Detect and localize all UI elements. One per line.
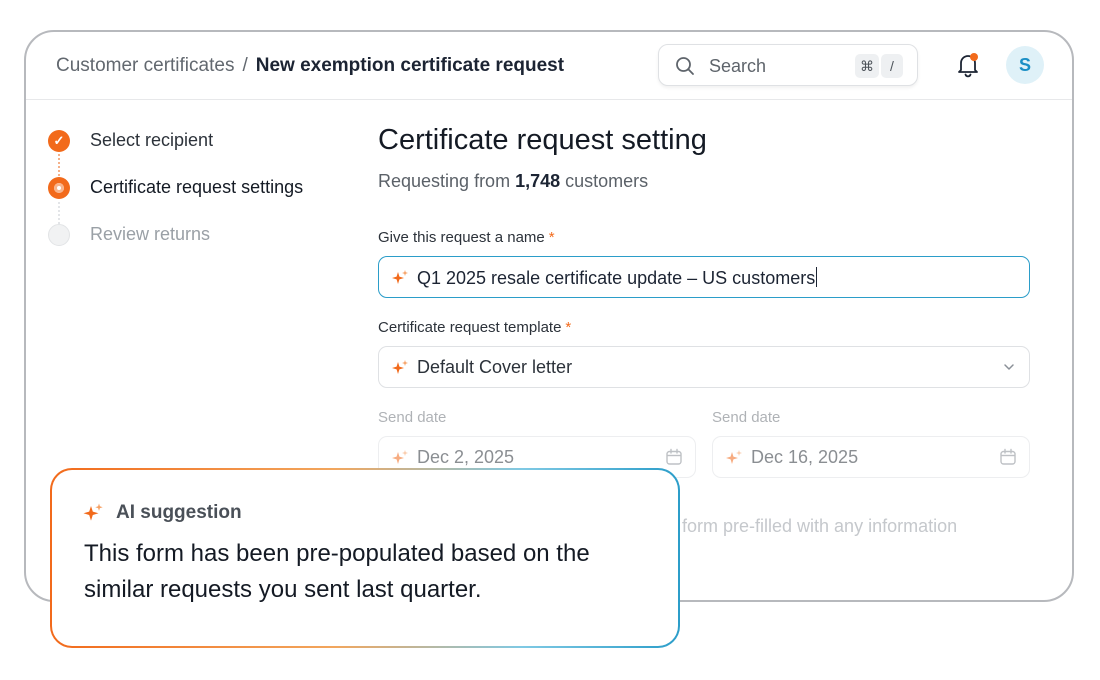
ai-suggestion-title: AI suggestion bbox=[116, 502, 242, 523]
breadcrumb-link-customer-certificates[interactable]: Customer certificates bbox=[56, 55, 234, 76]
search-icon bbox=[676, 57, 694, 75]
step-pending-icon bbox=[48, 224, 70, 246]
breadcrumb-separator: / bbox=[242, 55, 248, 76]
page-title: Certificate request setting bbox=[378, 124, 707, 156]
shortcut-key-command: ⌘ bbox=[855, 54, 879, 78]
send-date-label: Send date bbox=[712, 409, 781, 426]
ai-suggestion-content: AI suggestion This form has been pre-pop… bbox=[52, 470, 678, 646]
search-input[interactable]: Search ⌘ / bbox=[658, 44, 918, 86]
calendar-icon bbox=[666, 448, 682, 465]
sparkle-icon bbox=[392, 270, 408, 284]
ai-suggestion-card: AI suggestion This form has been pre-pop… bbox=[50, 468, 680, 648]
send-date-end-input[interactable]: Dec 16, 2025 bbox=[712, 436, 1030, 478]
sparkle-icon bbox=[83, 503, 103, 521]
notification-dot bbox=[970, 53, 978, 61]
request-summary: Requesting from 1,748 customers bbox=[378, 171, 1032, 192]
sparkle-icon bbox=[726, 450, 742, 464]
template-label-text: Certificate request template bbox=[378, 319, 562, 336]
request-name-value: Q1 2025 resale certificate update – US c… bbox=[417, 267, 818, 289]
template-value: Default Cover letter bbox=[417, 357, 573, 377]
required-mark: * bbox=[548, 229, 555, 246]
shortcut-key-slash: / bbox=[881, 54, 903, 78]
step-label: Certificate request settings bbox=[90, 177, 304, 197]
send-date-start-value: Dec 2, 2025 bbox=[417, 447, 515, 467]
top-bar: Customer certificates / New exemption cert… bbox=[26, 32, 1072, 100]
step-label: Review returns bbox=[90, 224, 211, 244]
customer-count: 1,748 bbox=[515, 171, 561, 191]
template-label: Certificate request template * bbox=[378, 319, 571, 336]
request-name-text: Q1 2025 resale certificate update – US c… bbox=[417, 268, 816, 288]
subtitle-suffix: customers bbox=[565, 171, 649, 191]
sparkle-icon bbox=[392, 360, 408, 374]
search-placeholder: Search bbox=[709, 56, 767, 76]
send-date-end-value: Dec 16, 2025 bbox=[751, 447, 859, 467]
sparkle-icon bbox=[392, 450, 408, 464]
main-form: Certificate request setting Requesting f… bbox=[378, 124, 1032, 192]
step-current-icon bbox=[48, 177, 70, 199]
step-complete-icon bbox=[48, 130, 70, 152]
breadcrumb: Customer certificates / New exemption cert… bbox=[56, 55, 564, 77]
text-cursor bbox=[816, 267, 818, 287]
request-name-label: Give this request a name * bbox=[378, 229, 555, 246]
breadcrumb-current-page: New exemption certificate request bbox=[255, 55, 565, 76]
request-name-label-text: Give this request a name bbox=[378, 229, 545, 246]
send-date-label: Send date bbox=[378, 409, 447, 426]
avatar[interactable]: S bbox=[1006, 46, 1044, 84]
step-label: Select recipient bbox=[90, 130, 214, 150]
calendar-icon bbox=[1000, 448, 1016, 465]
chevron-down-icon bbox=[1004, 364, 1014, 370]
truncated-helper-text: form pre-filled with any information bbox=[682, 516, 958, 536]
template-select[interactable]: Default Cover letter bbox=[378, 346, 1030, 388]
request-name-input[interactable]: Q1 2025 resale certificate update – US c… bbox=[378, 256, 1030, 298]
required-mark: * bbox=[565, 319, 572, 336]
ai-suggestion-message: This form has been pre-populated based o… bbox=[84, 540, 590, 603]
subtitle-prefix: Requesting from bbox=[378, 171, 511, 191]
